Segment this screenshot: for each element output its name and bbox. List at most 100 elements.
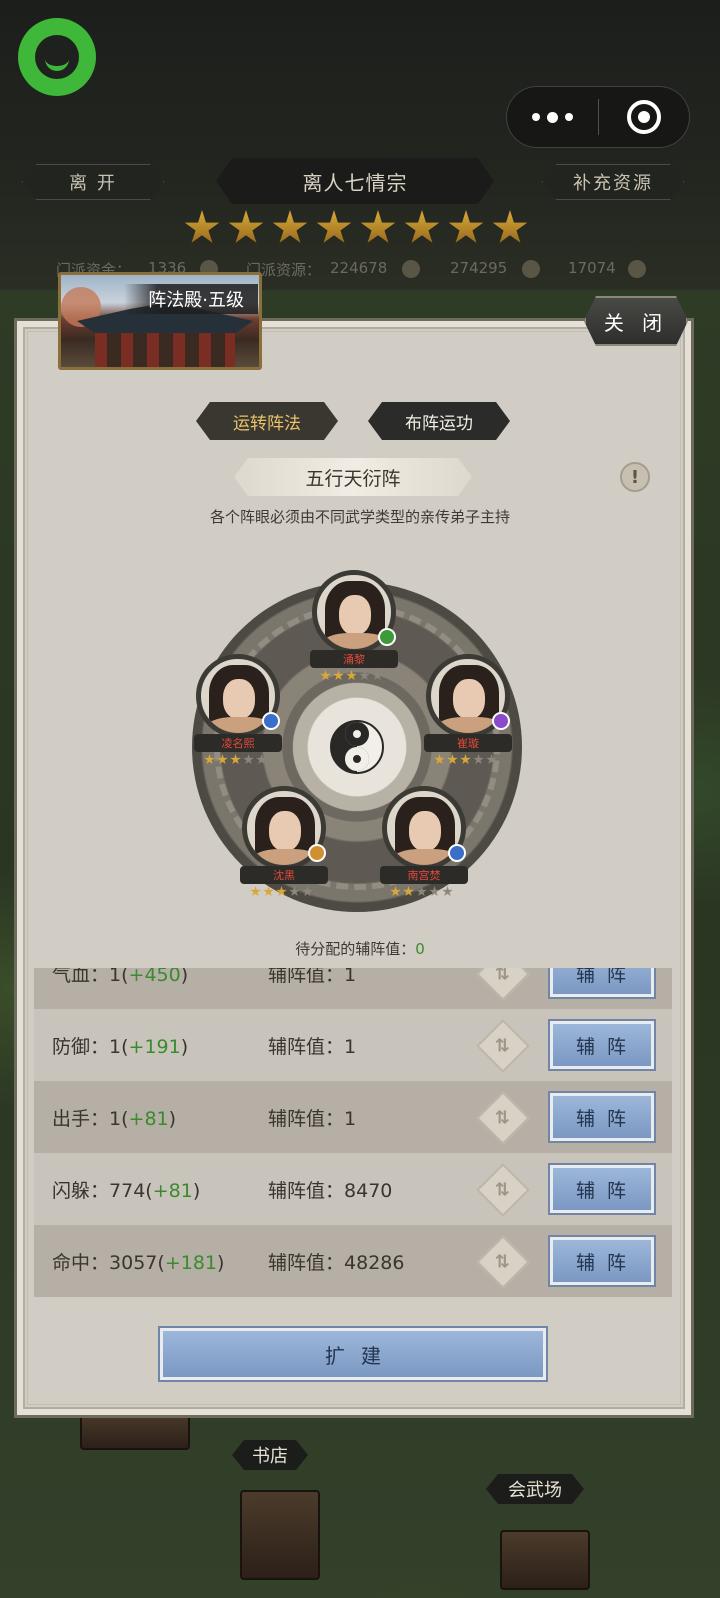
tab-operate-formation[interactable]: 运转阵法 — [196, 402, 338, 440]
assist-value: 辅阵值：8470 — [268, 1176, 392, 1203]
app-logo-icon[interactable] — [18, 18, 96, 96]
assist-value: 辅阵值：48286 — [268, 1248, 404, 1275]
miniprogram-capsule — [506, 86, 690, 148]
stat-label: 命中：3057(+181) — [52, 1251, 225, 1274]
swap-icon[interactable]: ⇅ — [476, 1235, 530, 1289]
more-dots-icon — [531, 111, 573, 123]
star-icon — [316, 210, 352, 243]
pending-assist-value: 待分配的辅阵值：0 — [0, 938, 720, 959]
star-icon — [250, 886, 261, 897]
formation-name: 五行天衍阵 — [234, 458, 472, 496]
target-circle-icon — [626, 100, 661, 134]
formation-slot-right[interactable]: 崔璇 — [420, 654, 516, 772]
star-icon — [403, 886, 414, 897]
map-building — [240, 1490, 320, 1580]
assist-value: 辅阵值：1 — [268, 1104, 356, 1131]
assist-number: 1 — [344, 1035, 357, 1058]
star-icon — [473, 754, 484, 765]
swap-icon[interactable]: ⇅ — [476, 968, 530, 1001]
stat-row: 防御：1(+191) 辅阵值：1 ⇅ 辅阵 — [34, 1009, 672, 1081]
formation-slot-bottom-right[interactable]: 南宫焚 — [376, 786, 472, 904]
info-icon[interactable]: ! — [620, 462, 650, 492]
stat-name: 出手 — [52, 1107, 91, 1130]
pending-label: 待分配的辅阵值： — [295, 940, 416, 958]
stat-label: 出手：1(+81) — [52, 1107, 177, 1130]
close-miniprogram-button[interactable] — [599, 87, 690, 147]
sect-name: 离人七情宗 — [216, 158, 494, 204]
star-icon — [320, 670, 331, 681]
ore-icon — [628, 260, 646, 278]
star-icon — [230, 754, 241, 765]
arena-label[interactable]: 会武场 — [486, 1474, 584, 1504]
star-icon — [429, 886, 440, 897]
hero-stars — [320, 670, 383, 681]
hero-name: 凌名熙 — [194, 734, 282, 752]
stat-base: 1 — [109, 1107, 122, 1130]
assist-label: 辅阵值： — [268, 1107, 345, 1130]
swap-icon[interactable]: ⇅ — [476, 1163, 530, 1217]
element-icon — [448, 844, 466, 862]
hero-name: 南宫焚 — [380, 866, 468, 884]
stat-list[interactable]: 气血：1(+450) 辅阵值：1 ⇅ 辅阵 防御：1(+191) 辅阵值：1 ⇅ 辅阵 出手：1… — [34, 968, 672, 1300]
stat-name: 气血 — [52, 968, 91, 986]
hero-stars — [390, 886, 453, 897]
star-icon — [359, 670, 370, 681]
star-icon — [302, 886, 313, 897]
stat-base: 1 — [109, 968, 122, 986]
yin-yang-icon — [330, 720, 384, 774]
assist-button[interactable]: 辅阵 — [550, 1093, 654, 1141]
map-building — [500, 1530, 590, 1590]
assist-button[interactable]: 辅阵 — [550, 1165, 654, 1213]
assist-label: 辅阵值： — [268, 1251, 345, 1274]
stat-base: 1 — [109, 1035, 122, 1058]
swap-icon[interactable]: ⇅ — [476, 1091, 530, 1145]
expand-button[interactable]: 扩建 — [160, 1328, 546, 1380]
bookstore-label[interactable]: 书店 — [232, 1440, 308, 1470]
assist-number: 8470 — [344, 1179, 393, 1202]
element-icon — [308, 844, 326, 862]
stat-base: 3057 — [109, 1251, 158, 1274]
hero-name: 涌黎 — [310, 650, 398, 668]
star-icon — [276, 886, 287, 897]
stat-row: 出手：1(+81) 辅阵值：1 ⇅ 辅阵 — [34, 1081, 672, 1153]
pending-value: 0 — [415, 940, 425, 958]
close-button[interactable]: 关 闭 — [584, 296, 688, 346]
replenish-resources-button[interactable]: 补充资源 — [542, 164, 684, 200]
assist-value: 辅阵值：1 — [268, 968, 356, 987]
stat-name: 防御 — [52, 1035, 91, 1058]
stat-name: 闪躲 — [52, 1179, 91, 1202]
assist-number: 1 — [344, 1107, 357, 1130]
hero-stars — [250, 886, 313, 897]
star-icon — [447, 754, 458, 765]
star-icon — [460, 754, 471, 765]
element-icon — [378, 628, 396, 646]
hero-stars — [204, 754, 267, 765]
hero-stars — [434, 754, 497, 765]
star-icon — [289, 886, 300, 897]
assist-button[interactable]: 辅阵 — [550, 968, 654, 997]
sect-rating-stars — [184, 210, 528, 246]
assist-number: 1 — [344, 968, 357, 986]
resource-value: 224678 — [330, 259, 388, 277]
assist-button[interactable]: 辅阵 — [550, 1237, 654, 1285]
star-icon — [404, 210, 440, 243]
formation-slot-top[interactable]: 涌黎 — [306, 570, 402, 688]
stat-name: 命中 — [52, 1251, 91, 1274]
formation-slot-bottom-left[interactable]: 沈黑 — [236, 786, 332, 904]
hero-name: 沈黑 — [240, 866, 328, 884]
more-menu-button[interactable] — [507, 87, 598, 147]
hero-name: 崔璇 — [424, 734, 512, 752]
leave-button[interactable]: 离 开 — [22, 164, 164, 200]
stat-bonus: +191 — [128, 1035, 181, 1058]
swap-icon[interactable]: ⇅ — [476, 1019, 530, 1073]
assist-button[interactable]: 辅阵 — [550, 1021, 654, 1069]
formation-wheel: 涌黎 凌名熙 崔璇 沈黑 南宫焚 — [184, 560, 544, 920]
element-icon — [262, 712, 280, 730]
star-icon — [346, 670, 357, 681]
formation-slot-left[interactable]: 凌名熙 — [190, 654, 286, 772]
tab-arrange-formation[interactable]: 布阵运功 — [368, 402, 510, 440]
stat-label: 闪躲：774(+81) — [52, 1179, 201, 1202]
assist-label: 辅阵值： — [268, 1179, 345, 1202]
material-icon — [402, 260, 420, 278]
hall-title: 阵法殿·五级 — [124, 284, 258, 314]
